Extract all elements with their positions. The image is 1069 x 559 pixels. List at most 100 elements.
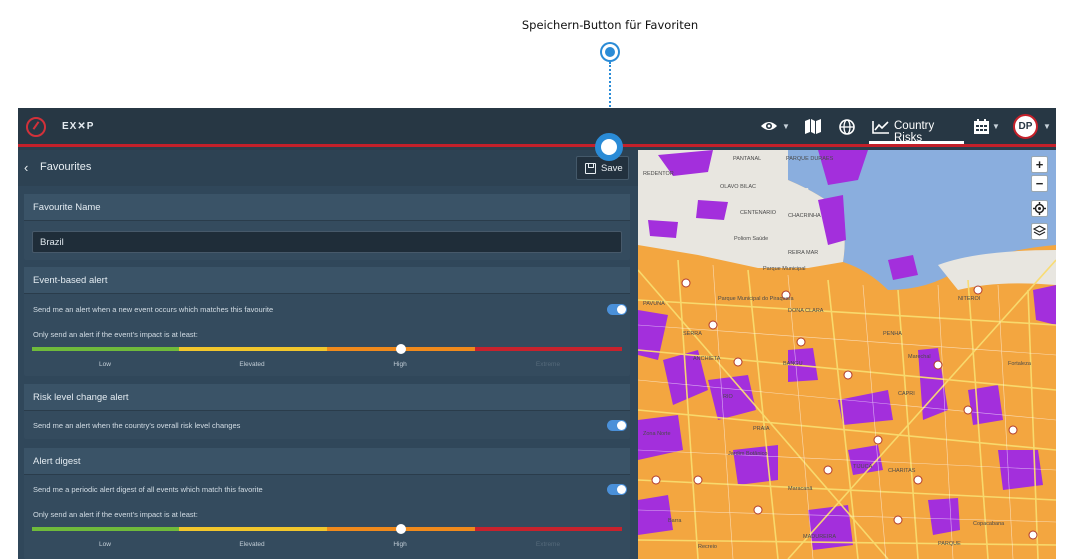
level-label-high: High — [393, 541, 407, 548]
back-chevron-icon[interactable]: ‹ — [24, 160, 28, 175]
svg-text:PAVUNA: PAVUNA — [643, 301, 665, 307]
tab-country-risks-label: Country Risks — [894, 120, 935, 144]
digest-toggle[interactable] — [607, 484, 627, 495]
save-button-label: Save — [601, 163, 623, 174]
svg-text:CAPRI: CAPRI — [898, 391, 915, 397]
level-label-elevated: Elevated — [239, 361, 265, 368]
svg-text:PRAIA: PRAIA — [753, 426, 770, 432]
svg-text:Marechal: Marechal — [908, 354, 931, 360]
svg-text:PARQUE: PARQUE — [938, 541, 961, 547]
svg-text:OLAVO BILAC: OLAVO BILAC — [720, 184, 756, 190]
favourite-name-card-header: Favourite Name — [24, 194, 630, 221]
svg-text:Maracanã: Maracanã — [788, 486, 813, 492]
svg-text:SERRA: SERRA — [683, 331, 702, 337]
event-alert-title: Event-based alert — [33, 275, 108, 286]
svg-text:Parque Municipal do Piraquara: Parque Municipal do Piraquara — [718, 296, 794, 302]
layers-button[interactable] — [1031, 223, 1048, 240]
svg-text:CHACRINHA: CHACRINHA — [788, 213, 821, 219]
slider-knob[interactable] — [396, 524, 406, 534]
svg-text:PANTANAL: PANTANAL — [733, 156, 761, 162]
slider-segment-elevated — [179, 347, 327, 351]
svg-text:Parque Municipal: Parque Municipal — [763, 266, 806, 272]
favourites-panel: ‹ Favourites Save Favourite Name Brazil … — [18, 150, 638, 559]
logo-icon[interactable] — [26, 117, 46, 137]
floppy-disk-icon — [585, 163, 596, 174]
svg-text:PARQUE DURAES: PARQUE DURAES — [786, 156, 834, 162]
globe-icon[interactable] — [839, 119, 855, 138]
alert-digest-card: Alert digest Send me a periodic alert di… — [24, 448, 630, 559]
annotation-marker — [602, 44, 618, 60]
avatar[interactable]: DP — [1013, 114, 1038, 139]
eye-chevron-down-icon[interactable]: ▼ — [782, 119, 790, 135]
svg-text:Jardim Botânico: Jardim Botânico — [728, 451, 767, 457]
panel-title: Favourites — [40, 161, 92, 173]
map-canvas[interactable]: PANTANAL PARQUE DURAES REDENTOR OLAVO BILA… — [638, 150, 1056, 559]
avatar-chevron-down-icon[interactable]: ▼ — [1043, 119, 1051, 135]
brand-wordmark: EX✕P — [62, 121, 95, 132]
level-label-extreme: Extreme — [535, 361, 561, 368]
map-icon[interactable] — [805, 119, 821, 137]
favourite-name-card: Favourite Name Brazil — [24, 194, 630, 260]
slider-segment-extreme — [475, 527, 622, 531]
risk-alert-toggle[interactable] — [607, 420, 627, 431]
svg-text:Copacabana: Copacabana — [973, 521, 1005, 527]
svg-text:REDENTOR: REDENTOR — [643, 171, 674, 177]
svg-text:Zona Norte: Zona Norte — [643, 431, 671, 437]
svg-text:CHARITAS: CHARITAS — [888, 468, 916, 474]
svg-text:Recreio: Recreio — [698, 544, 717, 550]
svg-text:RIO: RIO — [723, 394, 734, 400]
app-window: EX✕P ▼ Country Risks ▼ DP ▼ ‹ Favourites… — [18, 108, 1056, 559]
favourite-name-title: Favourite Name — [33, 202, 101, 213]
eye-icon[interactable] — [760, 119, 778, 136]
risk-alert-send-text: Send me an alert when the country's over… — [33, 421, 241, 430]
calendar-chevron-down-icon[interactable]: ▼ — [992, 119, 1000, 135]
svg-text:MADUREIRA: MADUREIRA — [803, 534, 836, 540]
svg-text:Barra: Barra — [668, 518, 682, 524]
tab-country-risks[interactable]: Country Risks — [869, 108, 964, 144]
svg-text:Poliom Saúde: Poliom Saúde — [734, 236, 768, 242]
event-alert-send-text: Send me an alert when a new event occurs… — [33, 305, 274, 314]
svg-text:TIJUCA: TIJUCA — [853, 464, 873, 470]
annotation-target-marker — [595, 133, 623, 161]
event-alert-toggle[interactable] — [607, 304, 627, 315]
top-navigation-bar: EX✕P ▼ Country Risks ▼ DP ▼ — [18, 108, 1056, 147]
screenshot-root: Speichern-Button für Favoriten EX✕P ▼ Co… — [0, 0, 1069, 559]
svg-text:ANCHIETA: ANCHIETA — [693, 356, 721, 362]
svg-text:PENHA: PENHA — [883, 331, 902, 337]
locate-button[interactable] — [1031, 200, 1048, 217]
risk-alert-title: Risk level change alert — [33, 392, 129, 403]
chart-line-icon — [872, 121, 889, 134]
panel-header: ‹ Favourites Save — [18, 150, 638, 186]
calendar-icon[interactable] — [974, 119, 989, 137]
digest-impact-slider[interactable] — [32, 524, 622, 534]
layers-icon — [1032, 225, 1047, 236]
slider-segment-elevated — [179, 527, 327, 531]
alert-digest-title: Alert digest — [33, 456, 81, 467]
risk-map[interactable]: PANTANAL PARQUE DURAES REDENTOR OLAVO BILA… — [638, 150, 1056, 559]
svg-text:REIRA MAR: REIRA MAR — [788, 250, 818, 256]
event-alert-card: Event-based alert Send me an alert when … — [24, 267, 630, 376]
svg-text:BANGU: BANGU — [783, 361, 803, 367]
event-alert-impact-slider[interactable] — [32, 344, 622, 354]
risk-alert-card-header: Risk level change alert — [24, 384, 630, 411]
slider-knob[interactable] — [396, 344, 406, 354]
svg-text:Fortaleza: Fortaleza — [1008, 361, 1032, 367]
level-label-high: High — [393, 361, 407, 368]
risk-alert-card: Risk level change alert Send me an alert… — [24, 384, 630, 439]
svg-text:NITEROI: NITEROI — [958, 296, 981, 302]
svg-text:CENTENARIO: CENTENARIO — [740, 210, 777, 216]
slider-segment-low — [32, 527, 179, 531]
slider-segment-extreme — [475, 347, 622, 351]
slider-segment-low — [32, 347, 179, 351]
event-alert-card-header: Event-based alert — [24, 267, 630, 294]
level-label-low: Low — [99, 361, 111, 368]
zoom-in-button[interactable]: + — [1031, 156, 1048, 173]
annotation-label: Speichern-Button für Favoriten — [521, 18, 699, 32]
zoom-out-button[interactable]: − — [1031, 175, 1048, 192]
crosshair-icon — [1033, 202, 1046, 215]
level-label-extreme: Extreme — [535, 541, 561, 548]
digest-send-text: Send me a periodic alert digest of all e… — [33, 485, 263, 494]
level-label-elevated: Elevated — [239, 541, 265, 548]
event-alert-only-text: Only send an alert if the event's impact… — [33, 330, 198, 339]
favourite-name-input[interactable]: Brazil — [32, 231, 622, 253]
